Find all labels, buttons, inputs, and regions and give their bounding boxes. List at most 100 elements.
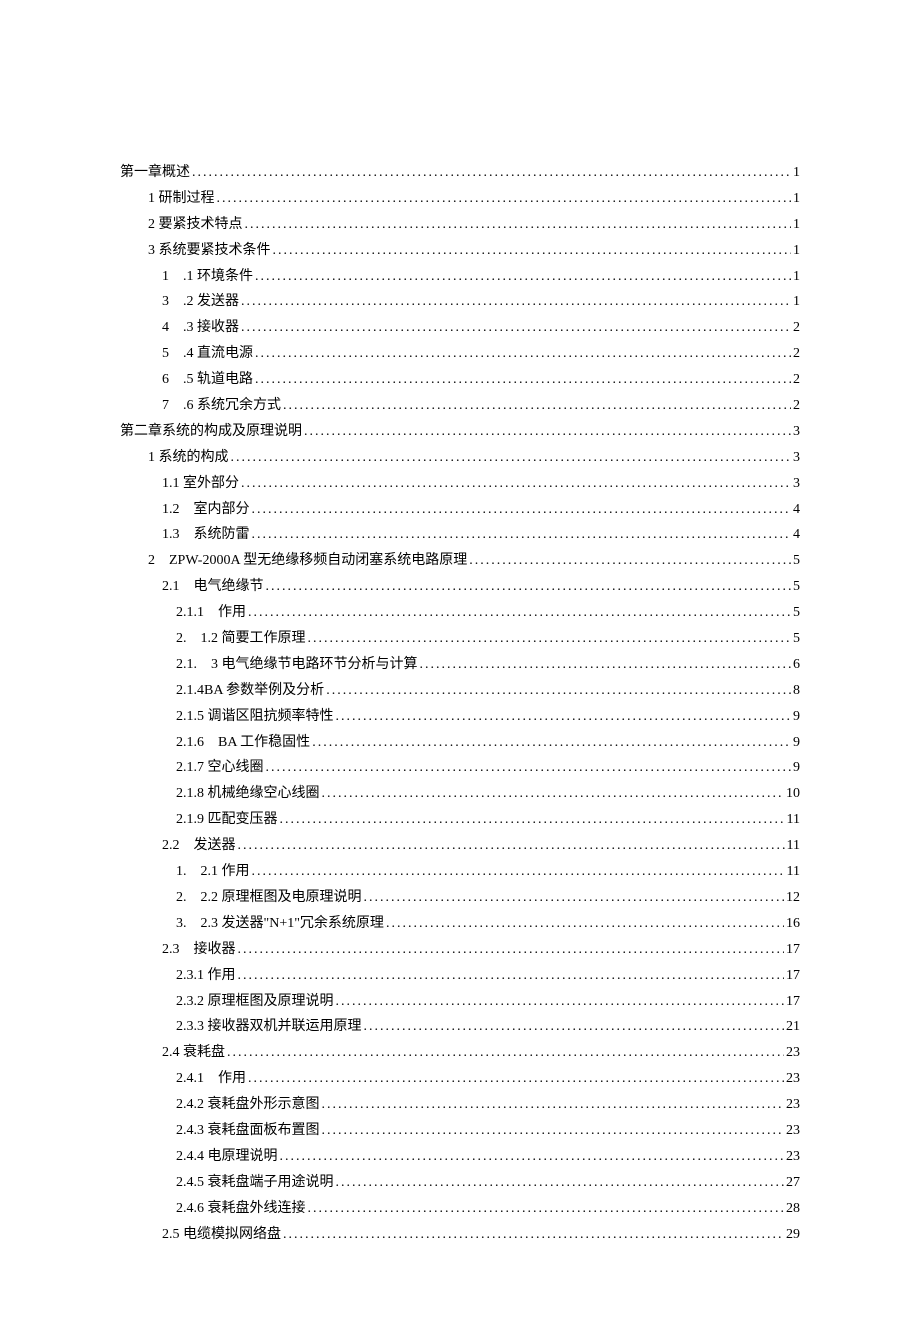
toc-entry[interactable]: 2.3.1 作用17 <box>120 963 800 989</box>
toc-leader-dots <box>217 186 792 212</box>
toc-entry-page: 2 <box>793 393 800 419</box>
toc-entry-page: 6 <box>793 652 800 678</box>
toc-leader-dots <box>326 678 791 704</box>
toc-entry-page: 8 <box>793 678 800 704</box>
toc-entry-page: 1 <box>793 289 800 315</box>
toc-leader-dots <box>364 1014 785 1040</box>
toc-leader-dots <box>322 1092 785 1118</box>
toc-leader-dots <box>245 212 792 238</box>
toc-entry-label: 1 研制过程 <box>148 186 215 212</box>
toc-entry[interactable]: 2.1.7 空心线圈9 <box>120 755 800 781</box>
toc-entry[interactable]: 2. 1.2 简要工作原理5 <box>120 626 800 652</box>
toc-leader-dots <box>266 755 792 781</box>
toc-entry-page: 28 <box>786 1196 800 1222</box>
toc-entry[interactable]: 5 .4 直流电源 2 <box>120 341 800 367</box>
toc-entry-label: 2.4.5 衰耗盘端子用途说明 <box>176 1170 334 1196</box>
toc-entry-page: 17 <box>786 989 800 1015</box>
toc-entry-label: 6 .5 轨道电路 <box>162 367 253 393</box>
toc-leader-dots <box>308 1196 785 1222</box>
toc-entry[interactable]: 2.1.6 BA 工作稳固性9 <box>120 730 800 756</box>
toc-entry-page: 1 <box>793 264 800 290</box>
toc-entry-label: 3 .2 发送器 <box>162 289 239 315</box>
toc-entry[interactable]: 2 要紧技术特点1 <box>120 212 800 238</box>
toc-entry-label: 1 .1 环境条件 <box>162 264 253 290</box>
toc-entry[interactable]: 2.1.9 匹配变压器11 <box>120 807 800 833</box>
toc-leader-dots <box>248 600 791 626</box>
toc-entry-label: 2.4.6 衰耗盘外线连接 <box>176 1196 306 1222</box>
toc-entry-label: 2.1.4BA 参数举例及分析 <box>176 678 324 704</box>
toc-entry-label: 2.4 衰耗盘 <box>162 1040 225 1066</box>
toc-entry[interactable]: 2.3 接收器 17 <box>120 937 800 963</box>
toc-leader-dots <box>336 704 792 730</box>
toc-entry[interactable]: 2.1.1 作用5 <box>120 600 800 626</box>
toc-leader-dots <box>336 1170 785 1196</box>
toc-entry[interactable]: 3 .2 发送器 1 <box>120 289 800 315</box>
toc-entry-label: 2.3 接收器 <box>162 937 236 963</box>
toc-entry[interactable]: 2.4 衰耗盘23 <box>120 1040 800 1066</box>
toc-entry[interactable]: 2.1.5 调谐区阻抗频率特性9 <box>120 704 800 730</box>
toc-entry[interactable]: 1.2 室内部分4 <box>120 497 800 523</box>
toc-leader-dots <box>266 574 792 600</box>
toc-entry-page: 1 <box>793 238 800 264</box>
toc-entry-label: 1.3 系统防雷 <box>162 522 250 548</box>
toc-list: 第一章概述11 研制过程12 要紧技术特点13 系统要紧技术条件11 .1 环境… <box>120 160 800 1247</box>
toc-entry-label: 3. 2.3 发送器"N+1"冗余系统原理 <box>176 911 384 937</box>
toc-entry-page: 2 <box>793 341 800 367</box>
toc-entry[interactable]: 第二章系统的构成及原理说明3 <box>120 419 800 445</box>
toc-entry[interactable]: 7 .6 系统冗余方式2 <box>120 393 800 419</box>
toc-entry-label: 2.1.1 作用 <box>176 600 246 626</box>
toc-entry[interactable]: 2.3.2 原理框图及原理说明17 <box>120 989 800 1015</box>
toc-entry-page: 23 <box>786 1118 800 1144</box>
toc-entry-page: 29 <box>786 1222 800 1248</box>
toc-entry-page: 1 <box>793 212 800 238</box>
toc-leader-dots <box>255 264 791 290</box>
toc-entry[interactable]: 4 .3 接收器2 <box>120 315 800 341</box>
toc-entry[interactable]: 1 .1 环境条件 1 <box>120 264 800 290</box>
toc-entry[interactable]: 3 系统要紧技术条件1 <box>120 238 800 264</box>
toc-entry-page: 17 <box>786 937 800 963</box>
toc-entry[interactable]: 2.1.4BA 参数举例及分析 8 <box>120 678 800 704</box>
toc-entry[interactable]: 6 .5 轨道电路 2 <box>120 367 800 393</box>
toc-entry[interactable]: 2.3.3 接收器双机并联运用原理21 <box>120 1014 800 1040</box>
toc-entry-label: 5 .4 直流电源 <box>162 341 253 367</box>
toc-entry-label: 2.1.6 BA 工作稳固性 <box>176 730 310 756</box>
toc-entry[interactable]: 2.4.6 衰耗盘外线连接 28 <box>120 1196 800 1222</box>
toc-entry-label: 1. 2.1 作用 <box>176 859 250 885</box>
toc-entry[interactable]: 1.3 系统防雷4 <box>120 522 800 548</box>
toc-entry[interactable]: 2.1.8 机械绝缘空心线圈10 <box>120 781 800 807</box>
toc-entry[interactable]: 3. 2.3 发送器"N+1"冗余系统原理16 <box>120 911 800 937</box>
toc-page: 第一章概述11 研制过程12 要紧技术特点13 系统要紧技术条件11 .1 环境… <box>0 0 920 1327</box>
toc-entry[interactable]: 1.1 室外部分3 <box>120 471 800 497</box>
toc-entry-label: 2.1. 3 电气绝缘节电路环节分析与计算 <box>176 652 418 678</box>
toc-entry[interactable]: 2.4.2 衰耗盘外形示意图23 <box>120 1092 800 1118</box>
toc-entry[interactable]: 2.5 电缆模拟网络盘29 <box>120 1222 800 1248</box>
toc-entry-label: 2.4.3 衰耗盘面板布置图 <box>176 1118 320 1144</box>
toc-entry[interactable]: 第一章概述1 <box>120 160 800 186</box>
toc-entry[interactable]: 1. 2.1 作用 11 <box>120 859 800 885</box>
toc-entry-page: 5 <box>793 626 800 652</box>
toc-entry[interactable]: 2.2 发送器11 <box>120 833 800 859</box>
toc-leader-dots <box>252 497 792 523</box>
toc-entry[interactable]: 2.4.3 衰耗盘面板布置图 23 <box>120 1118 800 1144</box>
toc-entry-page: 2 <box>793 367 800 393</box>
toc-leader-dots <box>192 160 791 186</box>
toc-leader-dots <box>231 445 792 471</box>
toc-entry[interactable]: 2.1. 3 电气绝缘节电路环节分析与计算 6 <box>120 652 800 678</box>
toc-leader-dots <box>336 989 785 1015</box>
toc-entry[interactable]: 1 研制过程1 <box>120 186 800 212</box>
toc-entry[interactable]: 2.1 电气绝缘节5 <box>120 574 800 600</box>
toc-leader-dots <box>238 833 785 859</box>
toc-entry[interactable]: 2 ZPW-2000A 型无绝缘移频自动闭塞系统电路原理5 <box>120 548 800 574</box>
toc-entry[interactable]: 2. 2.2 原理框图及电原理说明12 <box>120 885 800 911</box>
toc-entry-label: 2.1.8 机械绝缘空心线圈 <box>176 781 320 807</box>
toc-entry-label: 2.1.5 调谐区阻抗频率特性 <box>176 704 334 730</box>
toc-entry[interactable]: 2.4.5 衰耗盘端子用途说明27 <box>120 1170 800 1196</box>
toc-entry[interactable]: 2.4.4 电原理说明23 <box>120 1144 800 1170</box>
toc-entry-page: 11 <box>787 859 800 885</box>
toc-entry[interactable]: 1 系统的构成3 <box>120 445 800 471</box>
toc-entry[interactable]: 2.4.1 作用23 <box>120 1066 800 1092</box>
toc-entry-label: 2.4.2 衰耗盘外形示意图 <box>176 1092 320 1118</box>
toc-entry-page: 4 <box>793 497 800 523</box>
toc-entry-page: 23 <box>786 1066 800 1092</box>
toc-leader-dots <box>255 341 791 367</box>
